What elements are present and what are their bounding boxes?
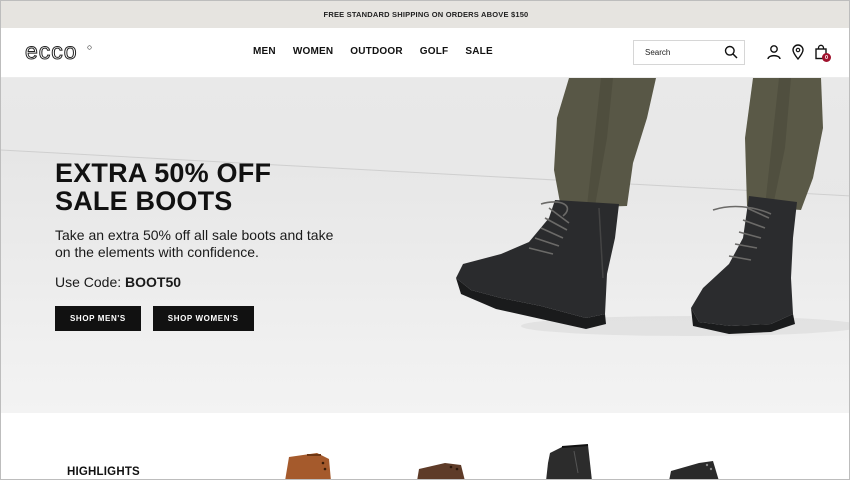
- product-image-brown-boot[interactable]: [283, 451, 339, 480]
- product-image-black-boot[interactable]: [544, 443, 596, 480]
- promo-banner[interactable]: FREE STANDARD SHIPPING ON ORDERS ABOVE $…: [1, 1, 849, 28]
- highlights-title: HIGHLIGHTS: [67, 466, 140, 478]
- promo-code-label: Use Code:: [55, 274, 126, 290]
- hero-content: EXTRA 50% OFF SALE BOOTS Take an extra 5…: [55, 159, 375, 331]
- search-icon[interactable]: [724, 45, 738, 59]
- product-image-black-laced-boot[interactable]: [669, 459, 721, 480]
- shop-womens-button[interactable]: SHOP WOMEN'S: [152, 306, 254, 331]
- nav-sale[interactable]: SALE: [465, 46, 492, 57]
- hero-banner: EXTRA 50% OFF SALE BOOTS Take an extra 5…: [1, 78, 849, 413]
- brand-wordmark: ecco: [25, 40, 78, 64]
- search-input[interactable]: [645, 48, 725, 57]
- promo-code: Use Code: BOOT50: [55, 274, 375, 290]
- cart-count-badge: 0: [822, 53, 831, 62]
- store-locator-icon[interactable]: [790, 44, 806, 60]
- highlights-section: HIGHLIGHTS: [1, 413, 849, 480]
- main-nav: MEN WOMEN OUTDOOR GOLF SALE: [253, 46, 510, 57]
- hero-subtext: Take an extra 50% off all sale boots and…: [55, 227, 334, 260]
- account-icon[interactable]: [766, 44, 782, 60]
- promo-text: FREE STANDARD SHIPPING ON ORDERS ABOVE $…: [323, 10, 529, 19]
- nav-golf[interactable]: GOLF: [420, 46, 449, 57]
- hero-headline-line2: SALE BOOTS: [55, 186, 233, 216]
- search-box: [633, 40, 745, 65]
- nav-women[interactable]: WOMEN: [293, 46, 333, 57]
- product-image-dark-brown-boot[interactable]: [417, 459, 467, 480]
- hero-buttons: SHOP MEN'S SHOP WOMEN'S: [55, 306, 375, 331]
- page-frame: FREE STANDARD SHIPPING ON ORDERS ABOVE $…: [0, 0, 850, 480]
- site-header: ecco MEN WOMEN OUTDOOR GOLF SALE: [1, 28, 849, 78]
- shop-mens-button[interactable]: SHOP MEN'S: [55, 306, 141, 331]
- hero-headline-line1: EXTRA 50% OFF: [55, 158, 272, 188]
- promo-code-value: BOOT50: [125, 274, 182, 290]
- nav-outdoor[interactable]: OUTDOOR: [350, 46, 403, 57]
- ecco-logo[interactable]: ecco: [25, 40, 95, 66]
- hero-headline: EXTRA 50% OFF SALE BOOTS: [55, 159, 375, 215]
- nav-men[interactable]: MEN: [253, 46, 276, 57]
